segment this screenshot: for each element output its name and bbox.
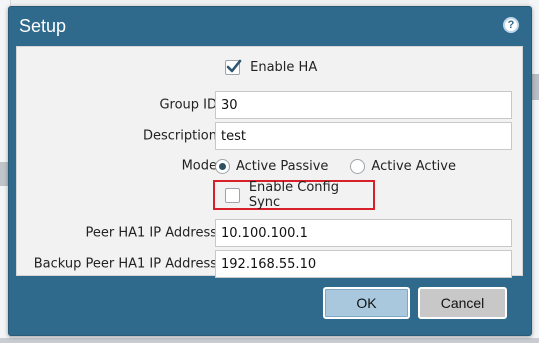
enable-ha-checkbox[interactable] [225, 59, 242, 75]
enable-config-sync-checkbox[interactable] [225, 187, 240, 203]
mode-option-active-active[interactable]: Active Active [350, 158, 456, 174]
backup-peer-ha1-ip-input[interactable] [215, 250, 512, 278]
enable-ha-option[interactable]: Enable HA [225, 59, 318, 75]
mode-option-active-passive[interactable]: Active Passive [215, 158, 329, 174]
mode-label: Mode [181, 158, 217, 174]
mode-row: Mode Active Passive Active Active [17, 152, 522, 180]
group-id-row: Group ID [17, 91, 522, 119]
description-label: Description [142, 128, 217, 144]
enable-config-sync-highlight[interactable]: Enable Config Sync [213, 180, 375, 210]
dialog-title: Setup [19, 16, 67, 36]
help-icon[interactable]: ? [503, 17, 519, 33]
setup-dialog: Setup ? Enable HA Group ID Description M… [8, 6, 532, 336]
active-active-radio[interactable] [350, 158, 366, 174]
mode-radio-group: Active Passive Active Active [215, 152, 456, 180]
description-input[interactable] [215, 122, 512, 150]
backup-peer-ha1-ip-label: Backup Peer HA1 IP Address [33, 256, 217, 272]
dialog-title-bar[interactable]: Setup ? [9, 7, 531, 47]
active-passive-label: Active Passive [236, 158, 329, 174]
peer-ha1-ip-input[interactable] [215, 219, 512, 247]
group-id-label: Group ID [159, 97, 217, 113]
description-row: Description [17, 122, 522, 150]
active-passive-radio[interactable] [215, 158, 230, 174]
dialog-footer: OK Cancel [9, 277, 531, 335]
cancel-button[interactable]: Cancel [418, 287, 507, 319]
active-active-label: Active Active [371, 158, 456, 174]
enable-config-sync-label: Enable Config Sync [248, 180, 339, 210]
backup-peer-ha1-ip-row: Backup Peer HA1 IP Address [17, 250, 522, 278]
background-scrollbar [0, 338, 539, 343]
peer-ha1-ip-row: Peer HA1 IP Address [17, 219, 522, 247]
dialog-body: Enable HA Group ID Description Mode Acti… [16, 46, 523, 278]
enable-ha-label: Enable HA [250, 60, 318, 75]
peer-ha1-ip-label: Peer HA1 IP Address [85, 225, 218, 241]
checkmark-icon [226, 59, 242, 73]
ok-button[interactable]: OK [323, 287, 410, 319]
group-id-input[interactable] [215, 91, 512, 119]
